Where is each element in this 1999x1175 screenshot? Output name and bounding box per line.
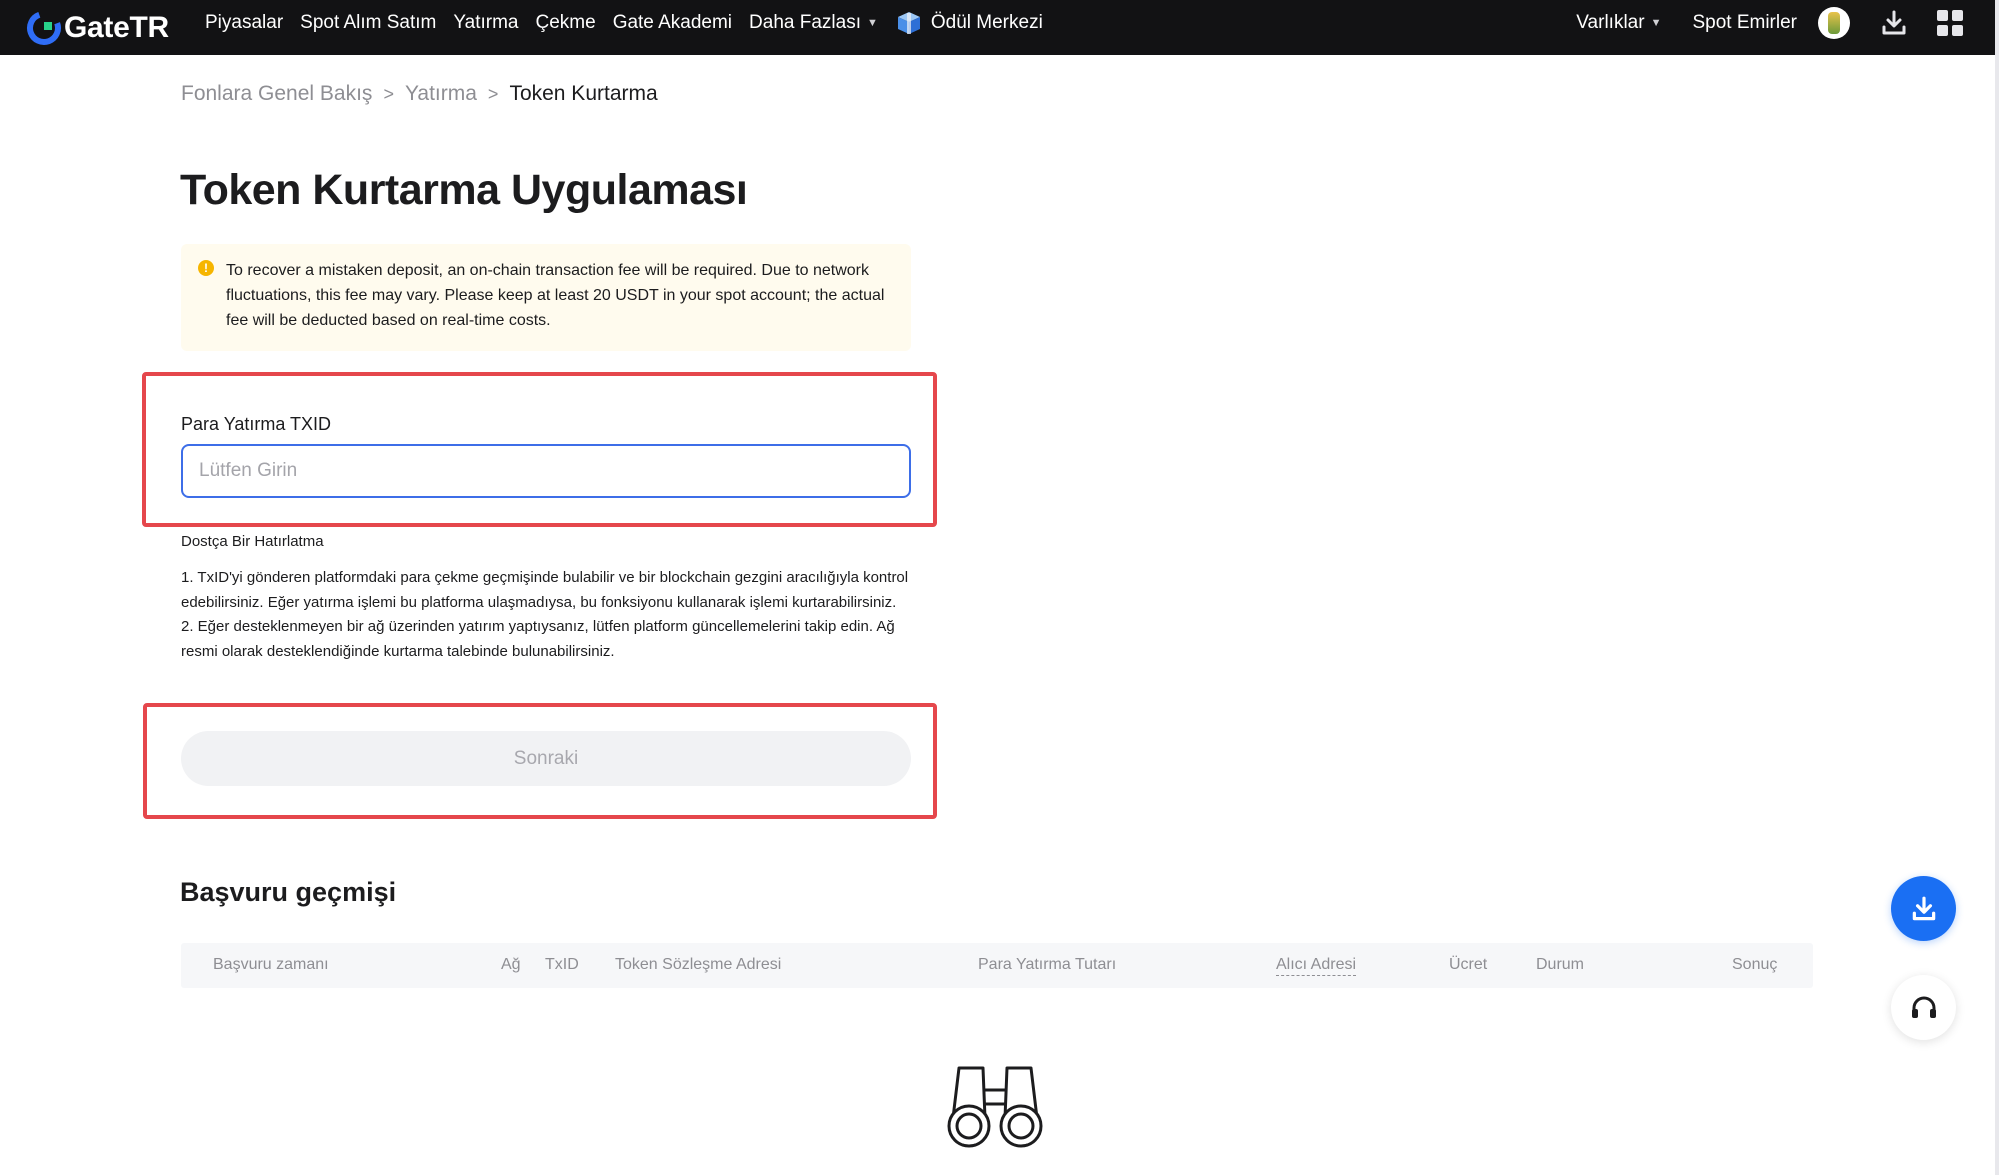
nav-withdraw[interactable]: Çekme [536,12,596,34]
column-fee: Ücret [1449,956,1488,973]
grid-icon[interactable] [1937,9,1963,36]
column-deposit-amount: Para Yatırma Tutarı [978,956,1117,973]
reminder-text: 1. TxID'yi gönderen platformdaki para çe… [181,566,911,664]
column-network: Ağ [501,956,521,973]
breadcrumb: Fonlara Genel Bakış > Yatırma > Token Ku… [181,82,658,106]
binoculars-icon [947,1066,1043,1148]
txid-input[interactable] [181,444,911,498]
reminder-title: Dostça Bir Hatırlatma [181,533,324,550]
main-nav: Piyasalar Spot Alım Satım Yatırma Çekme … [205,0,1060,45]
top-navigation-bar: GateTR Piyasalar Spot Alım Satım Yatırma… [0,0,1995,55]
nav-reward-center-label: Ödül Merkezi [930,11,1043,33]
breadcrumb-deposit[interactable]: Yatırma [405,82,477,106]
chevron-right-icon: > [487,83,499,104]
txid-label: Para Yatırma TXID [181,414,332,434]
notice-text: To recover a mistaken deposit, an on-cha… [226,262,885,329]
support-button[interactable] [1891,975,1956,1040]
history-title: Başvuru geçmişi [180,877,397,907]
reminder-item-2: 2. Eğer desteklenmeyen bir ağ üzerinden … [181,618,895,660]
download-icon[interactable] [1880,9,1908,37]
nav-assets[interactable]: Varlıklar ▼ [1576,12,1661,34]
chevron-down-icon: ▼ [866,16,878,29]
nav-academy[interactable]: Gate Akademi [613,12,732,34]
warning-icon: ! [198,260,214,276]
avatar[interactable] [1818,6,1850,39]
gift-box-icon [897,11,920,34]
column-result: Sonuç [1732,956,1778,973]
floating-download-button[interactable] [1891,876,1956,941]
nav-spot-orders[interactable]: Spot Emirler [1692,12,1797,34]
header-right: Varlıklar ▼ Spot Emirler [1576,0,1995,45]
chevron-right-icon: > [383,83,394,104]
nav-assets-label: Varlıklar [1576,11,1645,33]
scrollbar[interactable] [1995,0,1999,1175]
logo-text: GateTR [64,10,169,44]
column-status: Durum [1536,956,1585,973]
column-application-time: Başvuru zamanı [213,956,329,973]
gate-logo-icon [27,10,61,45]
gate-logo[interactable]: GateTR [26,5,169,50]
column-txid: TxID [545,956,579,973]
column-token-contract: Token Sözleşme Adresi [615,956,782,973]
history-table-header: Başvuru zamanı Ağ TxID Token Sözleşme Ad… [181,943,1813,988]
fee-notice: ! To recover a mistaken deposit, an on-c… [181,244,911,351]
nav-more-label: Daha Fazlası [749,11,861,33]
headset-icon [1911,996,1936,1018]
download-icon [1912,896,1935,920]
chevron-down-icon: ▼ [1650,16,1662,29]
breadcrumb-current: Token Kurtarma [509,82,658,105]
nav-reward-center[interactable]: Ödül Merkezi [895,9,1043,37]
nav-markets[interactable]: Piyasalar [205,12,283,34]
avatar-image [1828,11,1840,34]
column-recipient-address[interactable]: Alıcı Adresi [1276,956,1357,976]
nav-deposit[interactable]: Yatırma [453,12,518,34]
nav-spot-trading[interactable]: Spot Alım Satım [300,12,436,34]
breadcrumb-funds-overview[interactable]: Fonlara Genel Bakış [181,82,372,106]
page-title: Token Kurtarma Uygulaması [180,166,748,214]
reminder-item-1: 1. TxID'yi gönderen platformdaki para çe… [181,569,909,611]
next-button[interactable]: Sonraki [181,731,911,786]
nav-more[interactable]: Daha Fazlası ▼ [749,12,878,34]
